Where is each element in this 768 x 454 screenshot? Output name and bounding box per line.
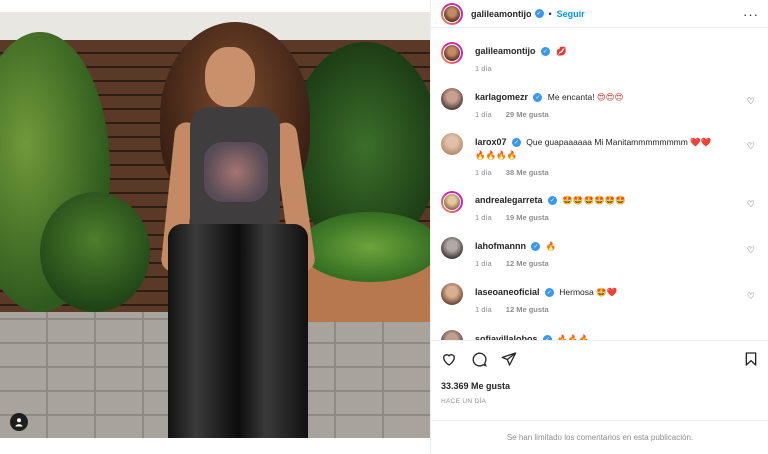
comment-likes[interactable]: 19 Me gusta [506,213,549,222]
post-age: HACE UN DÍA [441,398,487,405]
comment-likes[interactable]: 38 Me gusta [506,168,549,177]
comment-text: Que guapaaaaaa Mi Manitammmmmmmm [526,137,688,147]
verified-badge-icon: ✓ [534,9,544,18]
person-icon [15,418,23,427]
comment-icon[interactable] [471,351,487,367]
comment-body: laseoaneoficial ✓ Hermosa 🤩❤️ 1 día 12 M… [475,286,745,314]
comment-avatar[interactable] [441,330,463,340]
comment-emoji: ❤️❤️ [690,138,712,148]
comment-avatar[interactable] [441,191,463,213]
comment-username[interactable]: andrealegarreta [475,195,543,205]
caption-body: galileamontijo ✓ 💋 1 día [475,45,745,73]
comment-text: Me encanta! [547,92,595,102]
photo-person-face [205,47,255,107]
photo-person-print [204,142,268,202]
comments-limited-notice: Se han limitado los comentarios en esta … [431,420,768,454]
verified-badge-icon: ✓ [547,196,557,206]
post-photo-pane [0,0,430,454]
post-side-panel: galileamontijo ✓ • Seguir ··· galileamon… [430,0,768,454]
comment-username[interactable]: larox07 [475,137,507,147]
comment-avatar[interactable] [441,283,463,305]
post-actions: 33.369 Me gusta HACE UN DÍA [431,340,768,418]
comment-likes[interactable]: 12 Me gusta [506,259,549,268]
caption-username[interactable]: galileamontijo [475,46,536,56]
like-comment-heart-icon[interactable]: ♡ [747,245,755,256]
comment-body: larox07 ✓ Que guapaaaaaa Mi Manitammmmmm… [475,136,745,177]
comment-emoji: 😍😍😍 [596,93,624,103]
like-heart-icon[interactable] [441,351,457,367]
comment-age: 1 día [475,110,492,119]
comment-likes[interactable]: 29 Me gusta [506,110,549,119]
comment-text: Hermosa [559,287,594,297]
comment-username[interactable]: karlagomezr [475,92,528,102]
comment-age: 1 día [475,168,492,177]
verified-badge-icon: ✓ [531,242,541,252]
comment-body: andrealegarreta ✓ 🤩🤩🤩🤩🤩🤩 1 día 19 Me gus… [475,194,745,222]
comment-avatar[interactable] [441,133,463,155]
follow-button[interactable]: Seguir [557,9,585,19]
comment-age: 1 día [475,259,492,268]
action-icons [441,351,517,367]
post-header: galileamontijo ✓ • Seguir ··· [431,0,768,28]
comment-emoji: 🤩❤️ [596,288,618,298]
comment-age: 1 día [475,305,492,314]
bookmark-icon[interactable] [743,351,759,367]
verified-badge-icon: ✓ [533,93,543,103]
like-comment-heart-icon[interactable]: ♡ [747,291,755,302]
post-photo[interactable] [0,12,430,438]
comment-body: karlagomezr ✓ Me encanta! 😍😍😍 1 día 29 M… [475,91,745,119]
comment-username[interactable]: laseoaneoficial [475,287,540,297]
like-comment-heart-icon[interactable]: ♡ [747,141,755,152]
caption-avatar[interactable] [441,42,463,64]
comment-avatar[interactable] [441,88,463,110]
verified-badge-icon: ✓ [544,288,554,298]
photo-plant [300,212,430,282]
tagged-users-button[interactable] [10,413,28,431]
photo-person-pants [168,224,308,438]
caption-text: 💋 [556,47,567,57]
caption-age: 1 día [475,64,492,73]
like-comment-heart-icon[interactable]: ♡ [747,199,755,210]
comment-emoji: 🤩🤩🤩🤩🤩🤩 [562,196,626,206]
comment-emoji: 🔥 [545,242,557,252]
verified-badge-icon: ✓ [540,47,550,57]
like-comment-heart-icon[interactable]: ♡ [747,96,755,107]
comment-body: lahofmannn ✓ 🔥 1 día 12 Me gusta [475,240,745,268]
comment-age: 1 día [475,213,492,222]
comment-likes[interactable]: 12 Me gusta [506,305,549,314]
author-avatar[interactable] [441,2,463,25]
photo-plant [40,192,150,312]
likes-count[interactable]: 33.369 Me gusta [441,381,510,391]
comment-username[interactable]: lahofmannn [475,241,526,251]
share-icon[interactable] [501,351,517,367]
author-username[interactable]: galileamontijo [471,9,532,19]
verified-badge-icon: ✓ [511,138,521,148]
comment-body: sofiavillalobos ✓ 🔥🔥🔥 [475,333,745,340]
more-options-icon[interactable]: ··· [743,7,759,22]
comments-list[interactable]: galileamontijo ✓ 💋 1 día karlagomezr ✓ M… [431,34,768,340]
comment-avatar[interactable] [441,237,463,259]
header-separator: • [548,8,552,19]
comment-emoji: 🔥🔥🔥🔥 [475,151,518,161]
